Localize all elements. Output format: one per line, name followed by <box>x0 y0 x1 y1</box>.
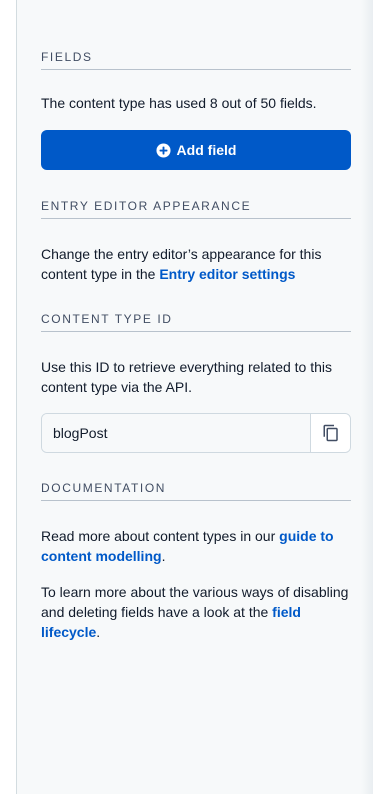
sidebar-panel: FIELDS The content type has used 8 out o… <box>16 0 373 794</box>
content-type-id-field <box>41 413 351 453</box>
entry-editor-section: ENTRY EDITOR APPEARANCE Change the entry… <box>41 199 351 284</box>
fields-section: FIELDS The content type has used 8 out o… <box>41 50 351 170</box>
entry-editor-description: Change the entry editor’s appearance for… <box>41 244 351 284</box>
entry-editor-settings-link[interactable]: Entry editor settings <box>159 266 295 282</box>
plus-circle-icon <box>156 142 171 158</box>
content-type-id-input[interactable] <box>42 414 310 452</box>
documentation-paragraph-2: To learn more about the various ways of … <box>41 582 351 642</box>
fields-heading: FIELDS <box>41 50 351 70</box>
doc-para2-text: To learn more about the various ways of … <box>41 584 349 620</box>
content-type-id-description: Use this ID to retrieve everything relat… <box>41 359 333 395</box>
documentation-heading: DOCUMENTATION <box>41 481 351 501</box>
doc-para1-text: Read more about content types in our <box>41 528 280 544</box>
documentation-paragraph-1: Read more about content types in our gui… <box>41 526 351 566</box>
add-field-label: Add field <box>176 142 237 158</box>
content-type-id-heading: CONTENT TYPE ID <box>41 312 351 332</box>
content-type-id-section: CONTENT TYPE ID Use this ID to retrieve … <box>41 312 351 453</box>
doc-para1-end: . <box>161 548 166 564</box>
copy-id-button[interactable] <box>310 414 350 452</box>
documentation-section: DOCUMENTATION Read more about content ty… <box>41 481 351 642</box>
doc-para2-end: . <box>96 624 101 640</box>
fields-usage-text: The content type has used 8 out of 50 fi… <box>41 95 317 111</box>
add-field-button[interactable]: Add field <box>41 130 351 170</box>
copy-icon <box>323 424 338 442</box>
entry-editor-heading: ENTRY EDITOR APPEARANCE <box>41 199 351 219</box>
